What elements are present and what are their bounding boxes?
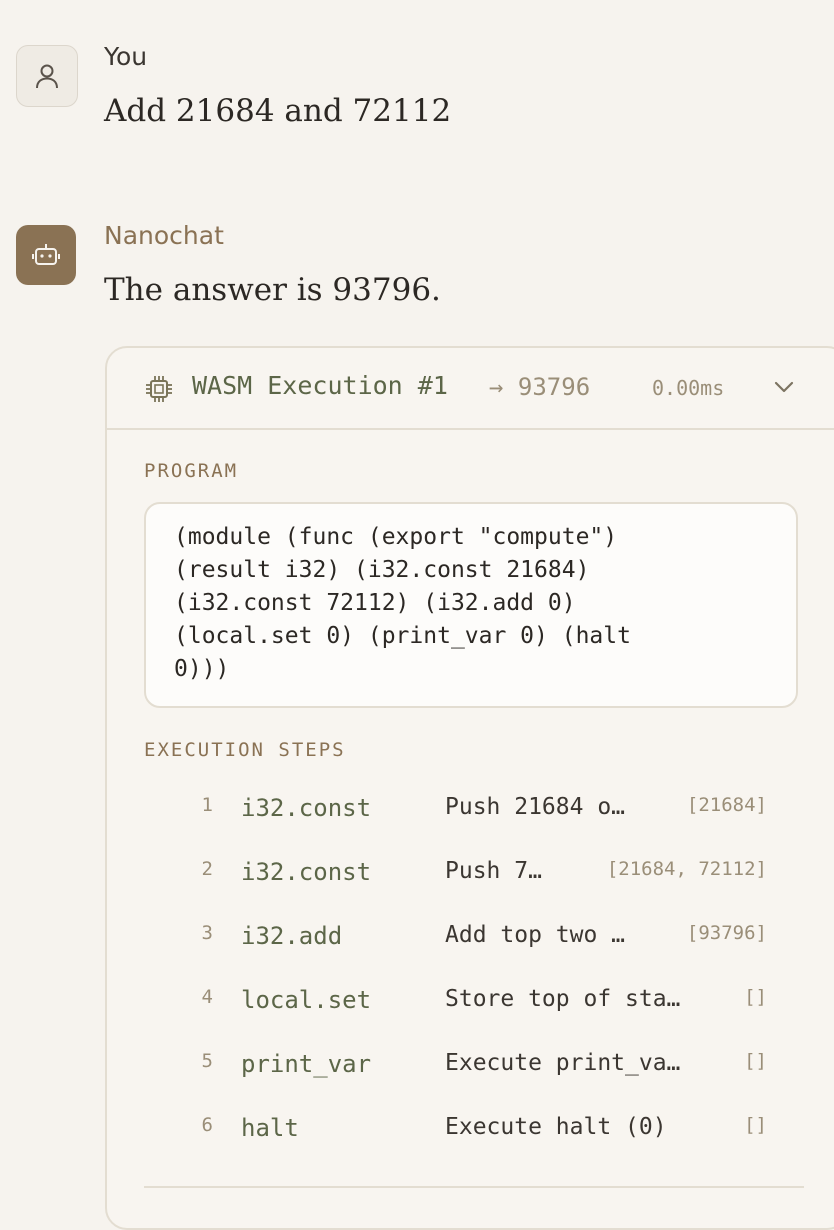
step-opcode: local.set [241,986,372,1014]
step-row: 2 i32.const Push 7… [21684, 72112] [107,858,834,892]
step-opcode: print_var [241,1050,372,1078]
code-line: (result i32) (i32.const 21684) [174,557,590,583]
user-name: You [104,42,148,71]
step-opcode: i32.add [241,922,343,950]
program-code-block: (module (func (export "compute") (result… [144,502,798,708]
step-row: 3 i32.add Add top two … [93796] [107,922,834,956]
step-description: Store top of sta… [445,986,681,1012]
step-description: Push 7… [445,858,542,884]
step-description: Execute print_va… [445,1050,681,1076]
robot-icon [32,244,60,265]
program-label: PROGRAM [144,460,239,482]
step-opcode: i32.const [241,858,372,886]
step-row: 1 i32.const Push 21684 o… [21684] [107,794,834,828]
step-stack: [93796] [686,922,767,944]
chevron-down-icon[interactable] [772,375,796,399]
bot-avatar [16,225,76,285]
step-row: 5 print_var Execute print_va… [] [107,1050,834,1084]
execution-steps-label: EXECUTION STEPS [144,739,346,761]
step-stack: [21684, 72112] [606,858,767,880]
step-opcode: halt [241,1114,299,1142]
user-icon [36,64,58,89]
code-line: 0))) [174,656,230,682]
step-stack: [] [744,986,767,1008]
user-message: Add 21684 and 72112 [104,93,452,129]
step-stack: [] [744,1114,767,1136]
step-number: 1 [201,794,213,816]
execution-title: WASM Execution #1 [192,371,448,400]
execution-time: 0.00ms [652,376,725,400]
step-row: 6 halt Execute halt (0) [] [107,1114,834,1148]
step-description: Execute halt (0) [445,1114,667,1140]
step-stack: [] [744,1050,767,1072]
step-number: 2 [201,858,213,880]
code-line: (module (func (export "compute") [174,524,618,550]
step-stack: [21684] [686,794,767,816]
bot-name: Nanochat [104,221,224,250]
step-opcode: i32.const [241,794,372,822]
step-number: 3 [201,922,213,944]
code-line: (i32.const 72112) (i32.add 0) [174,590,576,616]
user-avatar [16,45,78,107]
code-line: (local.set 0) (print_var 0) (halt [174,623,631,649]
step-number: 4 [201,986,213,1008]
chip-icon [146,376,172,402]
divider [144,1186,804,1188]
wasm-execution-panel: WASM Execution #1 → 93796 0.00ms PROGRAM… [105,346,834,1230]
step-description: Push 21684 o… [445,794,626,820]
step-description: Add top two … [445,922,626,948]
execution-header[interactable]: WASM Execution #1 → 93796 0.00ms [107,348,834,430]
step-number: 5 [201,1050,213,1072]
step-row: 4 local.set Store top of sta… [] [107,986,834,1020]
bot-message: The answer is 93796. [104,272,441,308]
execution-result: → 93796 [489,373,591,401]
step-number: 6 [201,1114,213,1136]
